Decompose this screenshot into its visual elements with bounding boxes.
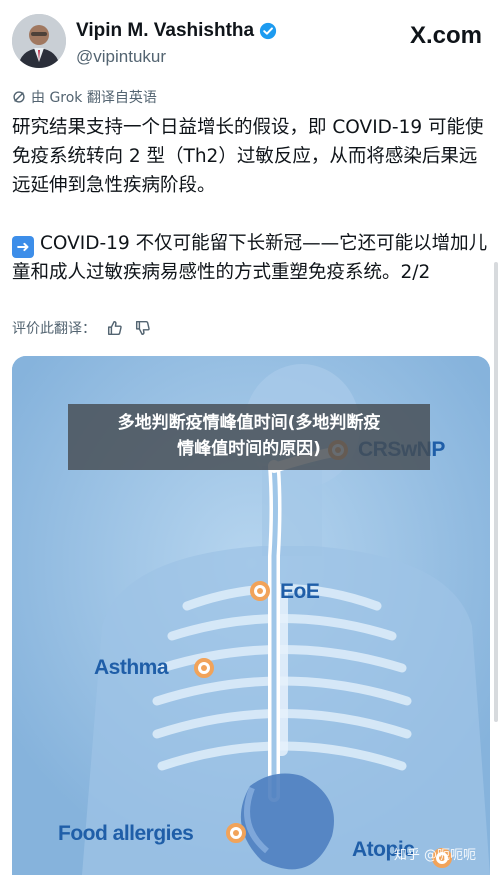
watermark: 知乎 @呃呃呃	[393, 848, 476, 863]
rate-translation-row: 评价此翻译：	[12, 318, 152, 338]
rate-translation-label: 评价此翻译：	[12, 321, 96, 337]
asthma-marker	[194, 658, 214, 678]
grok-icon	[13, 91, 25, 103]
tweet-body: 研究结果支持一个日益增长的假设，即 COVID-19 可能使免疫系统转向 2 型…	[12, 113, 492, 287]
eoe-marker	[250, 581, 270, 601]
article-title-overlay: 多地判断疫情峰值时间(多地判断疫 情峰值时间的原因)	[68, 404, 430, 470]
thumbs-down-icon[interactable]	[134, 319, 152, 337]
translation-note-text: 由 Grok 翻译自英语	[31, 90, 157, 106]
asthma-label: Asthma	[94, 656, 169, 679]
food-allergies-label: Food allergies	[58, 822, 194, 845]
verified-badge-icon	[259, 22, 277, 40]
tweet-paragraph-1: 研究结果支持一个日益增长的假设，即 COVID-19 可能使免疫系统转向 2 型…	[12, 117, 484, 196]
author-handle[interactable]: @vipintukur	[76, 47, 166, 67]
platform-logo: X.com	[409, 22, 482, 49]
tweet-paragraph-2: ➜ COVID-19 不仅可能留下长新冠——它还可能以增加儿童和成人过敏疾病易感性…	[12, 229, 492, 287]
overlay-title-line-1: 多地判断疫情峰值时间(多地判断疫	[117, 413, 381, 433]
tweet-paragraph-2-text: COVID-19 不仅可能留下长新冠——它还可能以增加儿童和成人过敏疾病易感性的…	[12, 233, 488, 283]
scrollbar[interactable]	[494, 262, 498, 722]
overlay-title-line-2: 情峰值时间的原因)	[177, 439, 321, 459]
avatar[interactable]	[12, 14, 66, 68]
eoe-label: EoE	[280, 580, 320, 603]
author-name[interactable]: Vipin M. Vashishtha	[76, 20, 254, 42]
right-arrow-icon: ➜	[12, 236, 34, 258]
translation-note: 由 Grok 翻译自英语	[12, 87, 157, 107]
tweet-header: Vipin M. Vashishtha @vipintukur X.com	[0, 0, 500, 80]
thumbs-up-icon[interactable]	[106, 319, 124, 337]
food-allergies-marker	[226, 823, 246, 843]
